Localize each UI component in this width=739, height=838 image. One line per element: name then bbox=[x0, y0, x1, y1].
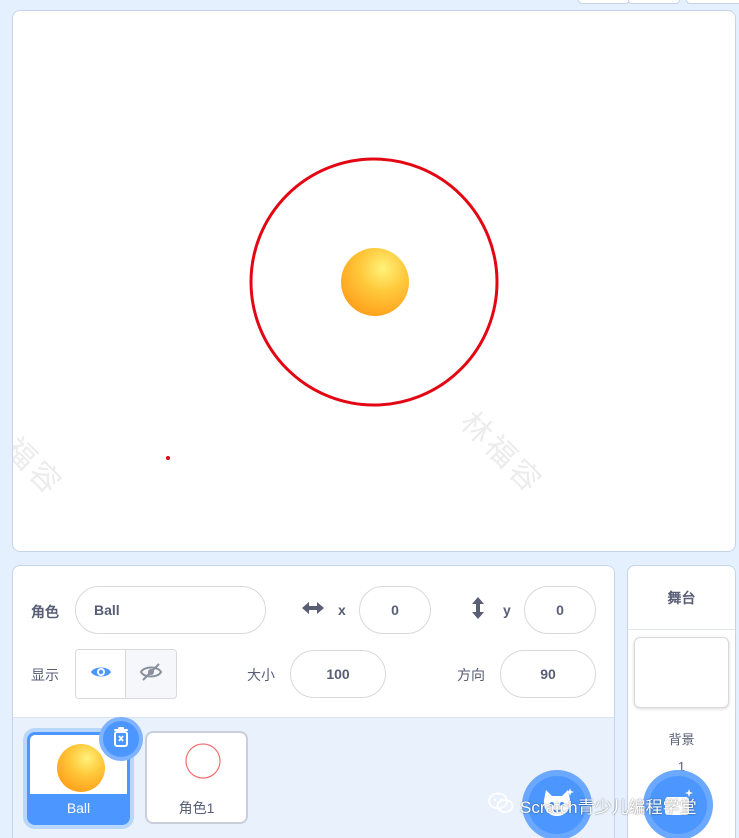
y-arrows-icon bbox=[469, 595, 487, 626]
stage-canvas[interactable]: 林福容 林福容 bbox=[12, 10, 736, 552]
y-input[interactable]: 0 bbox=[524, 586, 596, 634]
sprite-name-input[interactable]: Ball bbox=[75, 586, 266, 634]
show-label: 显示 bbox=[31, 667, 59, 683]
sprite-label: 角色 bbox=[31, 604, 59, 620]
ball-thumbnail bbox=[56, 743, 106, 798]
channel-watermark: Scratch青少儿编程学堂 bbox=[488, 792, 697, 819]
y-label: y bbox=[503, 602, 511, 618]
small-stage-button[interactable] bbox=[578, 0, 630, 4]
show-button[interactable] bbox=[76, 650, 127, 698]
stage-pane-title: 舞台 bbox=[628, 566, 735, 630]
direction-input[interactable]: 90 bbox=[500, 650, 596, 698]
x-arrows-icon bbox=[300, 599, 326, 622]
backdrops-label: 背景 bbox=[668, 732, 695, 747]
pen-dot bbox=[166, 456, 170, 460]
direction-label: 方向 bbox=[457, 667, 485, 683]
stage-thumbnail[interactable] bbox=[634, 637, 729, 708]
fullscreen-button[interactable] bbox=[686, 0, 739, 4]
hide-button[interactable] bbox=[126, 650, 176, 698]
visibility-toggle bbox=[75, 649, 177, 699]
sprite-tile-name: Ball bbox=[30, 794, 127, 822]
eye-slash-icon bbox=[139, 662, 163, 687]
size-label: 大小 bbox=[247, 667, 275, 683]
trash-icon bbox=[112, 726, 130, 752]
sprite-tile-circle[interactable]: 角色1 bbox=[145, 731, 248, 824]
circle-thumbnail bbox=[183, 741, 223, 786]
ball-sprite[interactable] bbox=[341, 248, 409, 316]
sprite-tile-name: 角色1 bbox=[178, 800, 215, 816]
channel-name: Scratch青少儿编程学堂 bbox=[520, 797, 697, 817]
eye-icon bbox=[90, 664, 112, 685]
size-input[interactable]: 100 bbox=[290, 650, 386, 698]
delete-sprite-button[interactable] bbox=[99, 717, 143, 761]
normal-stage-button[interactable] bbox=[628, 0, 680, 4]
x-input[interactable]: 0 bbox=[359, 586, 431, 634]
wechat-icon bbox=[488, 792, 514, 819]
x-label: x bbox=[338, 602, 346, 618]
